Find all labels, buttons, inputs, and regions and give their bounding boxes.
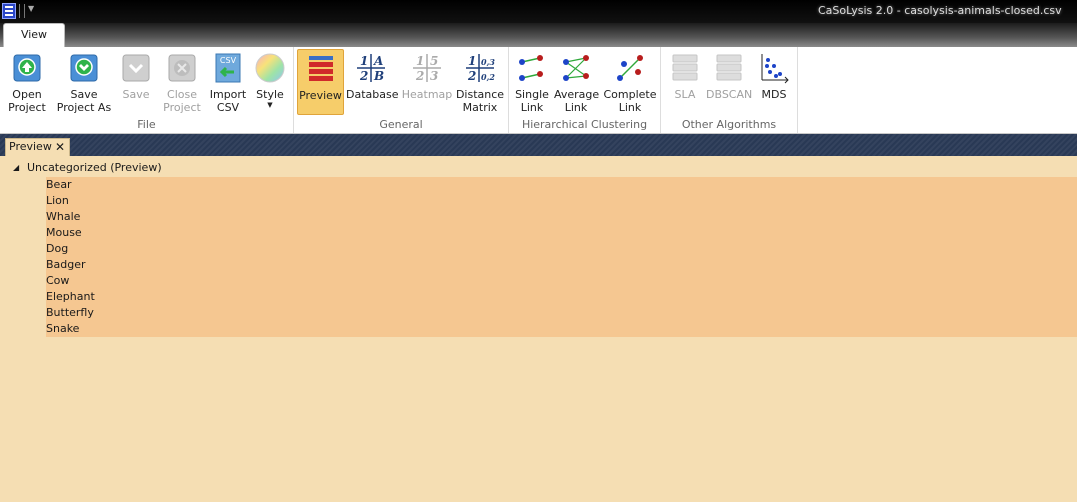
mds-button[interactable]: MDS <box>755 49 793 115</box>
svg-text:0,3: 0,3 <box>481 57 495 67</box>
svg-text:0,2: 0,2 <box>481 72 495 82</box>
title-bar: ▼ CaSoLysis 2.0 - casolysis-animals-clos… <box>0 0 1077 23</box>
dbscan-button[interactable]: DBSCAN <box>706 49 752 115</box>
quick-access-separator <box>19 4 25 18</box>
complete-link-icon <box>614 52 646 84</box>
group-label-general: General <box>379 118 423 131</box>
app-menu-icon[interactable] <box>2 3 16 19</box>
group-file: Open Project Save Project As Save Close … <box>0 47 294 133</box>
svg-text:2: 2 <box>359 69 368 83</box>
single-link-icon <box>516 52 548 84</box>
svg-text:3: 3 <box>430 69 438 83</box>
window-title: CaSoLysis 2.0 - casolysis-animals-closed… <box>818 4 1062 17</box>
save-icon <box>120 52 152 84</box>
average-link-button[interactable]: Average Link <box>554 49 599 115</box>
svg-text:5: 5 <box>430 54 438 68</box>
list-item[interactable]: Bear <box>46 177 1077 193</box>
open-project-button[interactable]: Open Project <box>4 49 50 115</box>
item-list: Bear Lion Whale Mouse Dog Badger Cow Ele… <box>46 177 1077 337</box>
close-icon[interactable]: ✕ <box>55 139 65 155</box>
save-project-as-icon <box>68 52 100 84</box>
group-hierarchical-clustering: Single Link Average Link Complete Link H… <box>509 47 661 133</box>
average-link-icon <box>560 52 592 84</box>
group-label-file: File <box>137 118 156 131</box>
list-item[interactable]: Lion <box>46 193 1077 209</box>
sla-icon <box>669 52 701 84</box>
svg-text:1: 1 <box>468 54 476 68</box>
list-item[interactable]: Whale <box>46 209 1077 225</box>
svg-text:1: 1 <box>360 54 368 68</box>
list-item[interactable]: Elephant <box>46 289 1077 305</box>
preview-button[interactable]: Preview <box>297 49 344 115</box>
distance-matrix-icon: 1 0,3 2 0,2 <box>464 52 496 84</box>
complete-link-button[interactable]: Complete Link <box>603 49 657 115</box>
tab-view[interactable]: View <box>3 23 65 48</box>
heatmap-icon: 1523 <box>411 52 443 84</box>
svg-text:1: 1 <box>416 54 424 68</box>
collapse-triangle-icon[interactable]: ◢ <box>13 160 19 176</box>
svg-text:2: 2 <box>467 69 476 83</box>
svg-text:B: B <box>373 69 384 83</box>
list-item[interactable]: Badger <box>46 257 1077 273</box>
list-item[interactable]: Dog <box>46 241 1077 257</box>
close-project-button[interactable]: Close Project <box>160 49 204 115</box>
ribbon-tab-strip: View <box>0 23 1077 48</box>
save-project-as-button[interactable]: Save Project As <box>56 49 112 115</box>
single-link-button[interactable]: Single Link <box>513 49 551 115</box>
quick-access-dropdown-icon[interactable]: ▼ <box>28 4 34 13</box>
svg-text:A: A <box>373 54 383 68</box>
preview-panel: ◢ Uncategorized (Preview) Bear Lion Whal… <box>5 156 1077 502</box>
mds-scatter-icon <box>758 52 790 84</box>
save-button[interactable]: Save <box>116 49 156 115</box>
database-icon: 1A2B <box>355 52 387 84</box>
heatmap-button[interactable]: 1523 Heatmap <box>400 49 454 115</box>
sla-button[interactable]: SLA <box>665 49 705 115</box>
dbscan-icon <box>713 52 745 84</box>
list-item[interactable]: Snake <box>46 321 1077 337</box>
import-csv-button[interactable]: CSV Import CSV <box>208 49 248 115</box>
tab-preview-label: Preview <box>9 140 52 153</box>
close-project-icon <box>166 52 198 84</box>
preview-icon <box>305 53 337 85</box>
svg-text:CSV: CSV <box>220 56 237 65</box>
style-button[interactable]: Style ▼ <box>252 49 288 115</box>
distance-matrix-button[interactable]: 1 0,3 2 0,2 Distance Matrix <box>454 49 506 115</box>
list-item[interactable]: Butterfly <box>46 305 1077 321</box>
document-tab-bar: Preview ✕ <box>0 134 1077 156</box>
import-csv-icon: CSV <box>212 52 244 84</box>
tab-preview[interactable]: Preview ✕ <box>5 138 70 156</box>
group-label-other-algorithms: Other Algorithms <box>681 118 777 131</box>
list-item[interactable]: Cow <box>46 273 1077 289</box>
list-item[interactable]: Mouse <box>46 225 1077 241</box>
style-palette-icon <box>254 52 286 84</box>
svg-text:2: 2 <box>415 69 424 83</box>
group-label-hierarchical-clustering: Hierarchical Clustering <box>521 118 648 131</box>
group-label: Uncategorized (Preview) <box>27 161 162 174</box>
group-other-algorithms: SLA DBSCAN MDS Other Algorithms <box>661 47 798 133</box>
open-project-icon <box>11 52 43 84</box>
style-dropdown-icon: ▼ <box>267 101 273 109</box>
group-general: Preview 1A2B Database 1523 Heatmap 1 0,3 2… <box>294 47 509 133</box>
ribbon: Open Project Save Project As Save Close … <box>0 47 1077 134</box>
database-button[interactable]: 1A2B Database <box>346 49 399 115</box>
